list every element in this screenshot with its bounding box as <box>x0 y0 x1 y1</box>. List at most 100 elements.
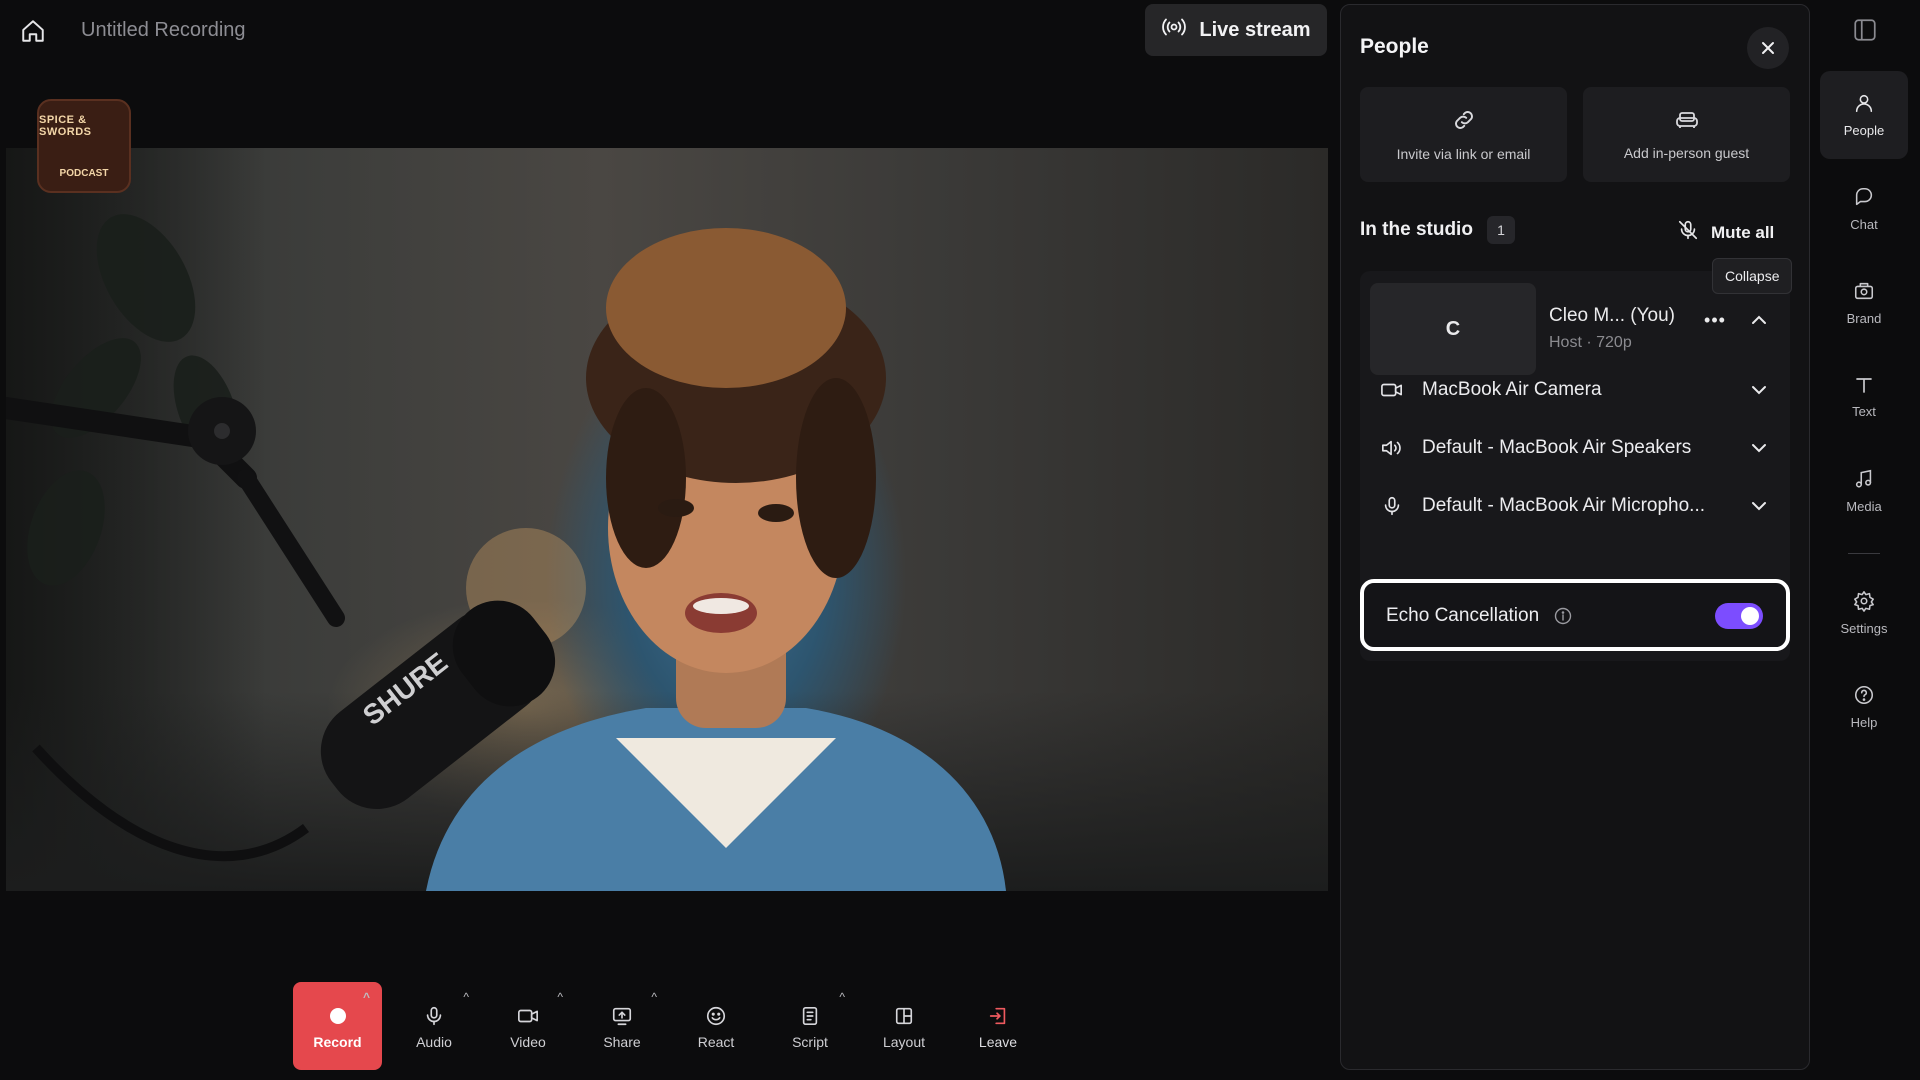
speaker-icon <box>1378 434 1406 462</box>
script-label: Script <box>792 1034 828 1050</box>
right-rail: People Chat Brand Text Media Settings He… <box>1812 0 1920 1080</box>
rail-item-help[interactable]: Help <box>1820 663 1908 751</box>
video-button[interactable]: ^ Video <box>481 982 575 1070</box>
leave-label: Leave <box>978 1034 1018 1050</box>
script-icon <box>800 1002 820 1030</box>
video-options-caret-icon[interactable]: ^ <box>557 990 563 1004</box>
host-name: Cleo M... (You) <box>1549 305 1676 326</box>
people-icon <box>1853 92 1875 117</box>
script-button[interactable]: ^ Script <box>763 982 857 1070</box>
rail-label-people: People <box>1843 123 1885 138</box>
rail-item-chat[interactable]: Chat <box>1820 165 1908 253</box>
panel-title: People <box>1360 35 1429 58</box>
layout-icon <box>894 1002 914 1030</box>
camera-select[interactable]: MacBook Air Camera <box>1360 365 1790 415</box>
info-icon[interactable] <box>1554 607 1572 625</box>
recording-title[interactable]: Untitled Recording <box>81 19 246 42</box>
layout-label: Layout <box>882 1034 926 1050</box>
broadcast-icon <box>1161 15 1187 45</box>
logo-text-top: SPICE & SWORDS <box>39 113 92 138</box>
close-icon[interactable] <box>1747 27 1789 69</box>
rail-item-brand[interactable]: Brand <box>1820 259 1908 347</box>
mic-off-icon <box>1677 219 1699 246</box>
toggle-knob <box>1741 607 1759 625</box>
invite-button[interactable]: Invite via link or email <box>1360 87 1567 182</box>
couch-icon <box>1674 108 1700 135</box>
home-icon[interactable] <box>16 14 50 48</box>
rail-item-text[interactable]: Text <box>1820 353 1908 441</box>
live-stream-label: Live stream <box>1199 18 1311 41</box>
share-button[interactable]: ^ Share <box>575 982 669 1070</box>
host-card: C Cleo M... (You) Host · 720p ••• MacBoo… <box>1360 271 1790 661</box>
text-icon <box>1854 375 1874 398</box>
record-label: Record <box>313 1034 362 1050</box>
host-subtitle: Host · 720p <box>1549 334 1632 351</box>
script-options-caret-icon[interactable]: ^ <box>839 990 845 1004</box>
microphone-device-label: Default - MacBook Air Micropho... <box>1422 495 1705 516</box>
mute-all-button[interactable]: Mute all <box>1677 219 1774 246</box>
rail-label-media: Media <box>1846 499 1882 514</box>
rail-item-people[interactable]: People <box>1820 71 1908 159</box>
video-stage: SHURE <box>6 148 1328 891</box>
more-options-icon[interactable]: ••• <box>1700 305 1730 335</box>
audio-options-caret-icon[interactable]: ^ <box>463 990 469 1004</box>
gear-icon <box>1853 590 1875 615</box>
rail-item-settings[interactable]: Settings <box>1820 569 1908 657</box>
rail-label-chat: Chat <box>1850 217 1878 232</box>
camera-icon <box>516 1002 540 1030</box>
podcast-logo: SPICE & SWORDS PODCAST <box>37 99 131 193</box>
logo-text-bottom: PODCAST <box>59 167 109 179</box>
studio-count-badge: 1 <box>1487 216 1515 244</box>
echo-cancellation-label: Echo Cancellation <box>1386 605 1540 626</box>
studio-heading: In the studio <box>1360 219 1473 240</box>
rail-divider <box>1848 553 1880 554</box>
invite-label: Invite via link or email <box>1396 146 1531 162</box>
link-icon <box>1451 107 1477 136</box>
record-options-caret-icon[interactable]: ^ <box>363 990 370 1004</box>
leave-button[interactable]: Leave <box>951 982 1045 1070</box>
speaker-select[interactable]: Default - MacBook Air Speakers <box>1360 423 1790 473</box>
video-label: Video <box>510 1034 546 1050</box>
echo-cancellation-toggle[interactable] <box>1715 603 1763 629</box>
layout-button[interactable]: Layout <box>857 982 951 1070</box>
audio-button[interactable]: ^ Audio <box>387 982 481 1070</box>
stage-illustration: SHURE <box>6 214 1006 891</box>
chevron-down-icon[interactable] <box>1744 375 1774 405</box>
help-icon <box>1853 684 1875 709</box>
chevron-down-icon[interactable] <box>1744 433 1774 463</box>
collapse-tooltip: Collapse <box>1712 258 1793 294</box>
add-guest-button[interactable]: Add in-person guest <box>1583 87 1790 182</box>
guest-label: Add in-person guest <box>1623 145 1750 161</box>
chevron-up-icon[interactable] <box>1744 305 1774 335</box>
control-bar: ^ Record ^ Audio ^ Video ^ Share React ^… <box>293 982 1045 1070</box>
rail-label-text: Text <box>1852 404 1876 419</box>
react-label: React <box>697 1034 735 1050</box>
rail-item-media[interactable]: Media <box>1820 447 1908 535</box>
rail-label-help: Help <box>1850 715 1878 730</box>
camera-device-label: MacBook Air Camera <box>1422 379 1602 400</box>
share-label: Share <box>603 1034 641 1050</box>
audio-label: Audio <box>416 1034 452 1050</box>
rail-label-brand: Brand <box>1846 311 1882 326</box>
live-stream-button[interactable]: Live stream <box>1145 4 1327 56</box>
panel-toggle-icon[interactable] <box>1852 17 1880 45</box>
mute-all-label: Mute all <box>1711 222 1775 242</box>
chevron-down-icon[interactable] <box>1744 491 1774 521</box>
microphone-select[interactable]: Default - MacBook Air Micropho... <box>1360 481 1790 531</box>
studio-app: Untitled Recording Live stream SHURE SPI… <box>0 0 1920 1080</box>
share-options-caret-icon[interactable]: ^ <box>651 990 657 1004</box>
microphone-icon <box>423 1002 445 1030</box>
leave-icon <box>987 1002 1009 1030</box>
speaker-device-label: Default - MacBook Air Speakers <box>1422 437 1692 458</box>
camera-icon <box>1378 376 1406 404</box>
avatar: C <box>1370 283 1536 375</box>
record-button[interactable]: ^ Record <box>293 982 382 1070</box>
people-panel: People Invite via link or email Add in-p… <box>1340 4 1810 1070</box>
rail-label-settings: Settings <box>1840 621 1888 636</box>
emoji-icon <box>705 1002 727 1030</box>
media-icon <box>1853 468 1875 493</box>
microphone-icon <box>1378 492 1406 520</box>
react-button[interactable]: React <box>669 982 763 1070</box>
chat-icon <box>1853 186 1875 211</box>
brand-icon <box>1853 280 1875 305</box>
